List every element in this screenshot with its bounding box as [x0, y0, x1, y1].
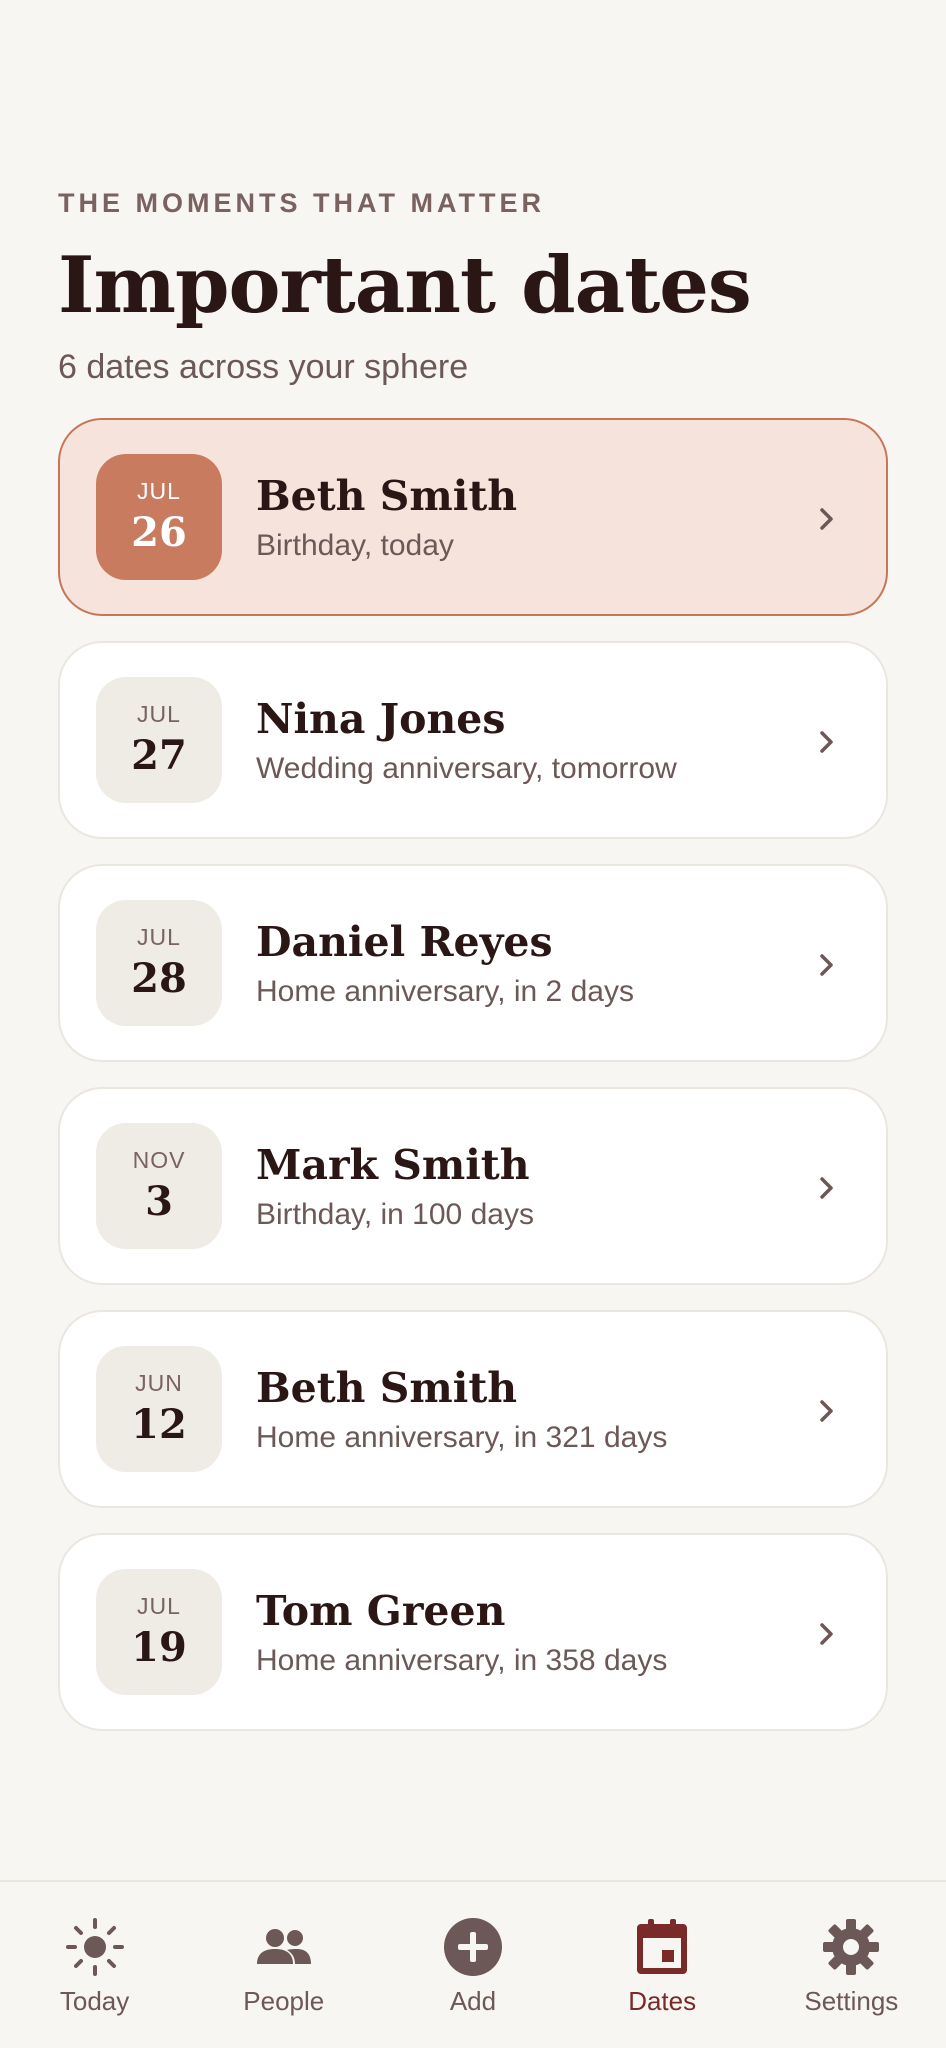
date-card[interactable]: JUL 26 Beth Smith Birthday, today: [58, 418, 888, 616]
date-card[interactable]: JUL 28 Daniel Reyes Home anniversary, in…: [58, 864, 888, 1062]
date-info: Nina Jones Wedding anniversary, tomorrow: [256, 695, 677, 786]
date-detail: Home anniversary, in 358 days: [256, 1644, 668, 1678]
date-day: 12: [131, 1401, 187, 1448]
chevron-right-icon: [820, 508, 833, 530]
date-day: 19: [131, 1624, 187, 1671]
person-name: Daniel Reyes: [256, 918, 553, 966]
date-month: JUL: [137, 478, 181, 504]
date-detail: Birthday, in 100 days: [256, 1198, 534, 1232]
add-circle-icon: [443, 1918, 502, 1976]
tab-people[interactable]: People: [194, 1882, 374, 2048]
tab-label: Dates: [628, 1986, 697, 2016]
date-day: 3: [145, 1178, 173, 1225]
date-month: JUL: [137, 1593, 181, 1619]
date-month: JUL: [137, 924, 181, 950]
date-detail: Birthday, today: [256, 529, 454, 563]
person-name: Nina Jones: [256, 695, 506, 743]
tab-label: Settings: [804, 1986, 899, 2016]
date-detail: Home anniversary, in 321 days: [256, 1421, 668, 1455]
date-day: 27: [131, 732, 187, 779]
date-badge: JUL 27: [96, 677, 222, 803]
date-badge: JUL 26: [96, 454, 222, 580]
date-card[interactable]: JUL 27 Nina Jones Wedding anniversary, t…: [58, 641, 888, 839]
date-info: Beth Smith Home anniversary, in 321 days: [256, 1364, 668, 1455]
date-badge: JUN 12: [96, 1346, 222, 1472]
date-month: NOV: [132, 1147, 186, 1173]
date-card[interactable]: JUL 19 Tom Green Home anniversary, in 35…: [58, 1533, 888, 1731]
tab-label: People: [243, 1986, 325, 2016]
gear-icon: [823, 1919, 880, 1975]
sun-icon: [65, 1918, 124, 1976]
chevron-right-icon: [820, 731, 833, 753]
chevron-right-icon: [820, 1623, 833, 1645]
person-name: Beth Smith: [256, 1364, 518, 1412]
date-day: 26: [131, 509, 187, 556]
date-badge: JUL 19: [96, 1569, 222, 1695]
date-detail: Wedding anniversary, tomorrow: [256, 752, 677, 786]
bottom-tab-bar: Today People Add Dates Settings: [0, 1880, 946, 2048]
dates-list: JUL 26 Beth Smith Birthday, today JUL 27…: [58, 418, 888, 1756]
date-badge: JUL 28: [96, 900, 222, 1026]
tab-dates[interactable]: Dates: [572, 1882, 752, 2048]
calendar-icon: [637, 1919, 688, 1974]
date-card[interactable]: JUN 12 Beth Smith Home anniversary, in 3…: [58, 1310, 888, 1508]
date-info: Beth Smith Birthday, today: [256, 472, 518, 563]
page-title: Important dates: [58, 240, 752, 331]
tab-settings[interactable]: Settings: [761, 1882, 941, 2048]
tab-add[interactable]: Add: [383, 1882, 563, 2048]
tab-label: Add: [449, 1986, 497, 2016]
chevron-right-icon: [820, 1400, 833, 1422]
page-subtitle: 6 dates across your sphere: [58, 348, 469, 386]
person-name: Mark Smith: [256, 1141, 530, 1189]
dates-screen: THE MOMENTS THAT MATTER Important dates …: [0, 0, 946, 2048]
date-info: Tom Green Home anniversary, in 358 days: [256, 1587, 668, 1678]
date-month: JUN: [135, 1370, 183, 1396]
date-detail: Home anniversary, in 2 days: [256, 975, 634, 1009]
tab-label: Today: [59, 1986, 130, 2016]
person-name: Beth Smith: [256, 472, 518, 520]
date-info: Daniel Reyes Home anniversary, in 2 days: [256, 918, 634, 1009]
date-badge: NOV 3: [96, 1123, 222, 1249]
section-eyebrow: THE MOMENTS THAT MATTER: [58, 188, 545, 218]
chevron-right-icon: [820, 954, 833, 976]
date-info: Mark Smith Birthday, in 100 days: [256, 1141, 534, 1232]
tab-today[interactable]: Today: [5, 1882, 185, 2048]
date-day: 28: [131, 955, 187, 1002]
chevron-right-icon: [820, 1177, 833, 1199]
people-icon: [256, 1929, 311, 1964]
date-month: JUL: [137, 701, 181, 727]
date-card[interactable]: NOV 3 Mark Smith Birthday, in 100 days: [58, 1087, 888, 1285]
person-name: Tom Green: [256, 1587, 506, 1635]
